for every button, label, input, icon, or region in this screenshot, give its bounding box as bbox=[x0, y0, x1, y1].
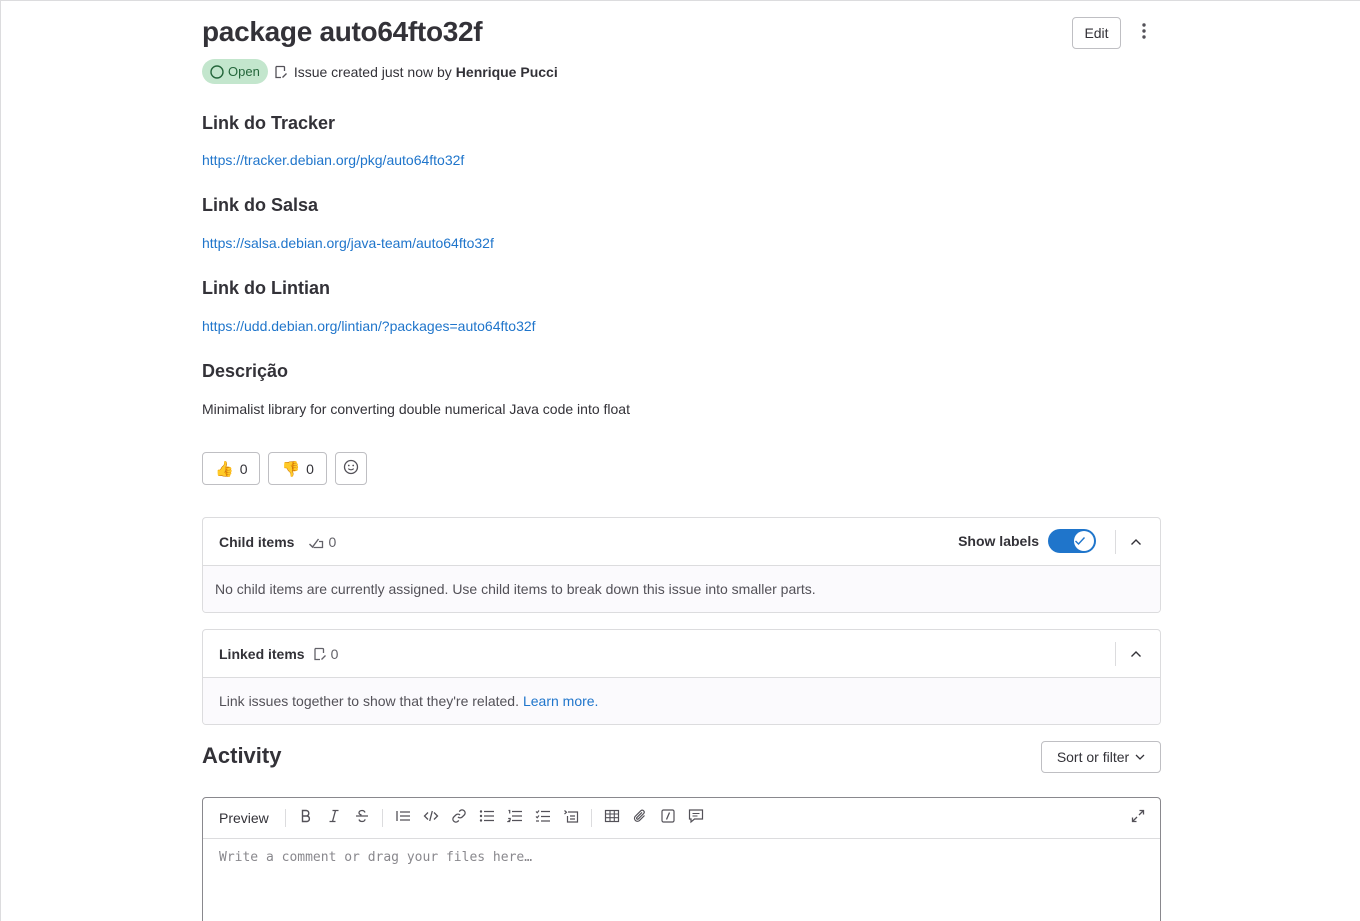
heading-salsa: Link do Salsa bbox=[202, 195, 319, 215]
linked-items-empty-text: Link issues together to show that they'r… bbox=[219, 693, 519, 709]
learn-more-link[interactable]: Learn more. bbox=[523, 693, 598, 709]
linked-items-title: Linked items bbox=[219, 645, 305, 662]
author-name[interactable]: Henrique Pucci bbox=[456, 64, 558, 80]
child-items-empty-text: No child items are currently assigned. U… bbox=[215, 581, 816, 597]
slash-command-icon bbox=[661, 808, 675, 828]
toggle-knob bbox=[1074, 531, 1094, 551]
chevron-up-icon bbox=[1130, 645, 1142, 663]
edit-button[interactable]: Edit bbox=[1072, 17, 1121, 49]
linked-items-collapse-button[interactable] bbox=[1124, 642, 1148, 666]
issue-type-icon bbox=[313, 647, 327, 661]
linked-items-count: 0 bbox=[313, 645, 339, 662]
preview-tab[interactable]: Preview bbox=[219, 810, 269, 826]
toolbar-divider bbox=[381, 809, 383, 827]
collapsible-section-icon bbox=[563, 809, 579, 828]
add-reaction-button[interactable] bbox=[334, 452, 367, 485]
table-button[interactable] bbox=[598, 804, 626, 832]
quick-actions-button[interactable] bbox=[654, 804, 682, 832]
child-items-header: Child items 0 Show labels bbox=[203, 518, 1160, 566]
table-icon bbox=[604, 809, 620, 828]
toolbar-divider bbox=[284, 809, 286, 827]
thumbs-up-button[interactable]: 👍 0 bbox=[202, 452, 261, 485]
code-button[interactable] bbox=[417, 804, 445, 832]
task-list-button[interactable] bbox=[529, 804, 557, 832]
divider bbox=[1115, 642, 1116, 666]
italic-icon bbox=[327, 809, 341, 828]
bold-button[interactable] bbox=[292, 804, 320, 832]
expand-icon bbox=[1131, 809, 1145, 828]
child-items-count: 0 bbox=[308, 534, 336, 550]
quote-button[interactable] bbox=[389, 804, 417, 832]
child-items-count-value: 0 bbox=[328, 533, 337, 550]
collapsible-section-button[interactable] bbox=[557, 804, 585, 832]
child-items-title: Child items bbox=[219, 533, 295, 550]
thumbs-down-icon: 👎 bbox=[281, 459, 301, 478]
description-text: Minimalist library for converting double… bbox=[202, 401, 630, 417]
link-tracker[interactable]: https://tracker.debian.org/pkg/auto64fto… bbox=[202, 152, 464, 168]
issue-type-icon bbox=[274, 65, 288, 79]
editor-toolbar: Preview bbox=[203, 798, 1160, 839]
thumbs-down-button[interactable]: 👎 0 bbox=[268, 452, 327, 485]
comment-editor: Preview bbox=[202, 797, 1161, 921]
strikethrough-button[interactable] bbox=[348, 804, 376, 832]
sort-or-filter-dropdown[interactable]: Sort or filter bbox=[1041, 741, 1161, 773]
show-labels-toggle[interactable] bbox=[1048, 529, 1096, 553]
linked-items-card: Linked items 0 Link issues together to s… bbox=[202, 629, 1161, 725]
numbered-list-icon bbox=[506, 809, 523, 828]
bold-icon bbox=[299, 809, 313, 828]
smiley-icon bbox=[343, 459, 359, 478]
linked-items-header: Linked items 0 bbox=[203, 630, 1160, 678]
fullscreen-button[interactable] bbox=[1124, 804, 1152, 832]
created-text: Issue created just now by bbox=[293, 63, 452, 80]
task-list-icon bbox=[535, 809, 551, 828]
link-button[interactable] bbox=[445, 804, 473, 832]
status-label: Open bbox=[228, 64, 260, 79]
issue-open-icon bbox=[210, 64, 224, 79]
chevron-up-icon bbox=[1130, 533, 1142, 551]
italic-button[interactable] bbox=[320, 804, 348, 832]
thumbs-down-count: 0 bbox=[306, 460, 314, 477]
reactions-bar: 👍 0 👎 0 bbox=[202, 452, 367, 485]
link-lintian[interactable]: https://udd.debian.org/lintian/?packages… bbox=[202, 318, 536, 334]
more-actions-button[interactable] bbox=[1130, 17, 1158, 49]
comment-textarea[interactable] bbox=[219, 850, 1139, 920]
issue-title: package auto64fto32f bbox=[202, 16, 483, 47]
link-salsa[interactable]: https://salsa.debian.org/java-team/auto6… bbox=[202, 235, 494, 251]
thumbs-up-count: 0 bbox=[239, 460, 248, 477]
numbered-list-button[interactable] bbox=[501, 804, 529, 832]
quote-icon bbox=[395, 809, 411, 828]
ellipsis-vertical-icon bbox=[1142, 22, 1146, 44]
bullet-list-button[interactable] bbox=[473, 804, 501, 832]
heading-description: Descrição bbox=[202, 361, 289, 381]
code-icon bbox=[423, 809, 439, 828]
sort-label: Sort or filter bbox=[1056, 749, 1130, 765]
comment-template-button[interactable] bbox=[682, 804, 710, 832]
child-items-collapse-button[interactable] bbox=[1124, 530, 1148, 554]
check-icon bbox=[1074, 533, 1086, 549]
show-labels-control: Show labels bbox=[958, 529, 1096, 553]
child-items-body: No child items are currently assigned. U… bbox=[203, 566, 1160, 612]
status-badge: Open bbox=[202, 59, 268, 84]
strikethrough-icon bbox=[355, 809, 369, 828]
heading-tracker: Link do Tracker bbox=[202, 113, 336, 133]
chevron-down-icon bbox=[1135, 754, 1145, 760]
thumbs-up-icon: 👍 bbox=[215, 459, 234, 478]
checklist-icon bbox=[308, 535, 324, 549]
comment-icon bbox=[688, 808, 704, 829]
bullet-list-icon bbox=[479, 809, 495, 828]
toolbar-divider bbox=[590, 809, 592, 827]
activity-heading: Activity bbox=[202, 743, 282, 768]
show-labels-label: Show labels bbox=[958, 533, 1039, 549]
linked-items-body: Link issues together to show that they'r… bbox=[203, 678, 1160, 724]
paperclip-icon bbox=[633, 808, 647, 829]
linked-items-count-value: 0 bbox=[330, 645, 339, 662]
attach-file-button[interactable] bbox=[626, 804, 654, 832]
heading-lintian: Link do Lintian bbox=[202, 278, 330, 298]
issue-meta: Open Issue created just now by Henrique … bbox=[202, 59, 558, 84]
child-items-card: Child items 0 Show labels No child items… bbox=[202, 517, 1161, 613]
link-icon bbox=[451, 808, 467, 829]
divider bbox=[1115, 530, 1116, 554]
